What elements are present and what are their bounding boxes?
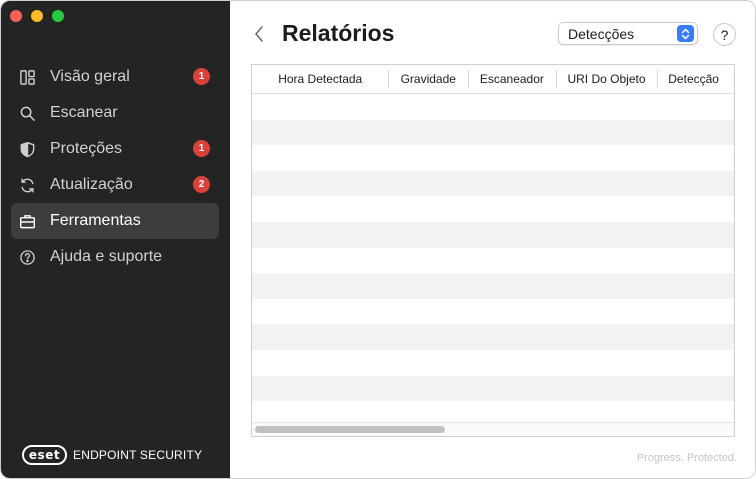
table-row[interactable] (252, 248, 734, 274)
log-table: Hora Detectada Gravidade Escaneador URI … (251, 64, 735, 437)
horizontal-scrollbar[interactable] (252, 422, 734, 436)
briefcase-icon (18, 212, 36, 230)
column-header-scanner[interactable]: Escaneador (468, 65, 556, 93)
close-window-button[interactable] (10, 10, 22, 22)
column-header-detected-time[interactable]: Hora Detectada (252, 65, 388, 93)
table-row[interactable] (252, 273, 734, 299)
minimize-window-button[interactable] (31, 10, 43, 22)
scrollbar-thumb[interactable] (255, 426, 445, 433)
sidebar-item-label: Escanear (50, 104, 118, 121)
window-controls (10, 10, 64, 22)
table-row[interactable] (252, 324, 734, 350)
tagline: Progress. Protected. (636, 452, 737, 464)
sidebar-item-scan[interactable]: Escanear (11, 95, 219, 131)
column-header-severity[interactable]: Gravidade (388, 65, 468, 93)
table-row[interactable] (252, 375, 734, 402)
table-row[interactable] (252, 94, 734, 120)
sidebar-item-label: Ferramentas (50, 212, 141, 229)
log-type-select[interactable]: Detecções (558, 22, 698, 45)
log-type-value: Detecções (568, 25, 635, 42)
page-title: Relatórios (282, 20, 395, 46)
table-row[interactable] (252, 196, 734, 222)
notification-badge: 2 (193, 176, 210, 193)
sidebar-item-protections[interactable]: Proteções 1 (11, 131, 219, 167)
product-name: ENDPOINT SECURITY (73, 448, 203, 462)
chevron-left-icon (255, 26, 263, 42)
refresh-icon (18, 176, 36, 194)
app-window: Visão geral 1 Escanear Proteções 1 Atual… (0, 0, 756, 479)
notification-badge: 1 (193, 140, 210, 157)
product-branding: eset ENDPOINT SECURITY (22, 445, 202, 465)
eset-logo: eset (22, 445, 67, 465)
sidebar-nav: Visão geral 1 Escanear Proteções 1 Atual… (11, 59, 219, 275)
sidebar-item-update[interactable]: Atualização 2 (11, 167, 219, 203)
sidebar: Visão geral 1 Escanear Proteções 1 Atual… (1, 1, 230, 478)
zoom-window-button[interactable] (52, 10, 64, 22)
help-circle-icon (18, 248, 36, 266)
dashboard-icon (18, 68, 36, 86)
table-body (252, 94, 734, 427)
notification-badge: 1 (193, 68, 210, 85)
search-icon (18, 104, 36, 122)
sidebar-item-overview[interactable]: Visão geral 1 (11, 59, 219, 95)
column-header-object-uri[interactable]: URI Do Objeto (555, 65, 658, 93)
sidebar-item-tools[interactable]: Ferramentas (11, 203, 219, 239)
updown-chevron-icon (677, 25, 694, 42)
table-row[interactable] (252, 170, 734, 197)
table-row[interactable] (252, 119, 734, 146)
help-button[interactable]: ? (713, 23, 736, 46)
shield-icon (18, 140, 36, 158)
sidebar-item-label: Ajuda e suporte (50, 248, 163, 265)
back-button[interactable] (252, 23, 266, 45)
table-header: Hora Detectada Gravidade Escaneador URI … (252, 65, 734, 94)
column-header-detection[interactable]: Detecção (657, 65, 734, 93)
sidebar-item-help[interactable]: Ajuda e suporte (11, 239, 219, 275)
table-row[interactable] (252, 299, 734, 325)
table-row[interactable] (252, 145, 734, 171)
main-content: Relatórios Detecções ? Hora Detectada Gr… (230, 1, 755, 478)
table-row[interactable] (252, 221, 734, 248)
table-row[interactable] (252, 350, 734, 376)
